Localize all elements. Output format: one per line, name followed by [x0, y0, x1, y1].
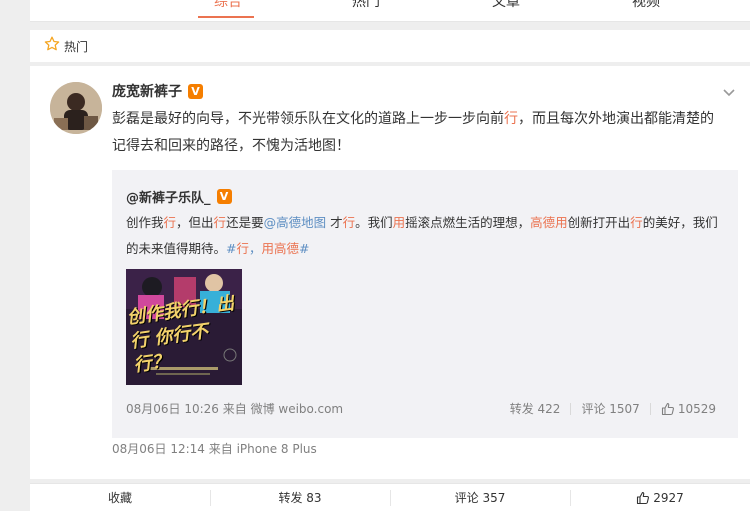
text-segment: 用 — [392, 215, 406, 230]
text-link[interactable]: # — [226, 241, 236, 256]
text-link[interactable]: @高德地图 — [264, 215, 327, 230]
post-timestamp[interactable]: 08月06日 12:14 来自 iPhone 8 Plus — [112, 440, 317, 457]
divider — [649, 402, 651, 415]
active-tab-indicator — [198, 16, 254, 18]
post-action-bar: 收藏 转发 83 评论 357 2927 — [30, 483, 750, 511]
text-segment: 还是要 — [226, 215, 264, 230]
repost-button[interactable]: 转发 83 — [210, 484, 390, 511]
favorite-label: 收藏 — [107, 491, 132, 505]
text-segment: 才 — [326, 215, 343, 230]
repost-author-name[interactable]: @新裤子乐队_ — [126, 187, 211, 206]
text-segment: 创新打开出 — [567, 215, 631, 230]
repost-like-count[interactable]: 10529 — [678, 402, 716, 416]
comment-label: 评论 357 — [454, 491, 506, 505]
text-segment: 创作我 — [126, 215, 164, 230]
repost-comment-count[interactable]: 评论 1507 — [581, 400, 639, 417]
thumbs-up-icon[interactable] — [661, 402, 675, 416]
text-segment: 行 — [630, 215, 643, 230]
text-segment: 用高德 — [261, 241, 300, 256]
tab-all[interactable]: 综合 — [198, 0, 258, 11]
text-segment: 摇滚点燃生活的理想， — [405, 215, 531, 230]
text-segment: ，但出 — [176, 215, 214, 230]
favorite-button[interactable]: 收藏 — [30, 484, 210, 511]
thumbs-up-icon — [636, 491, 650, 505]
divider — [570, 402, 572, 415]
verified-badge-icon: V — [188, 83, 203, 99]
repost-author[interactable]: @新裤子乐队_ V — [126, 187, 232, 206]
text-segment: 行 — [213, 215, 227, 230]
like-count: 2927 — [653, 490, 684, 505]
text-segment: 彭磊是最好的向导，不光带领乐队在文化的道路上一步一步向前 — [112, 111, 504, 127]
repost-timestamp[interactable]: 08月06日 10:26 来自 微博 weibo.com — [126, 400, 343, 417]
hot-section-label: 热门 — [64, 39, 89, 54]
author-name[interactable]: 庞宽新裤子 — [112, 81, 182, 101]
repost-stats: 转发 422 评论 1507 10529 — [510, 400, 716, 417]
repost-image[interactable]: 创作我行！出行 你行不行？ — [126, 269, 242, 385]
avatar[interactable] — [50, 82, 102, 134]
repost-text: 创作我行，但出行还是要@高德地图 才行。我们用摇滚点燃生活的理想，高德用创新打开… — [126, 210, 726, 262]
tab-articles[interactable]: 文章 — [476, 0, 536, 11]
post-text: 彭磊是最好的向导，不光带领乐队在文化的道路上一步一步向前行，而且每次外地演出都能… — [112, 106, 722, 160]
text-segment: 。我们 — [355, 215, 393, 230]
chevron-down-icon[interactable] — [722, 84, 736, 98]
hot-section-header: 热门 — [30, 30, 750, 62]
text-segment: 行 — [163, 215, 177, 230]
tab-hot[interactable]: 热门 — [336, 0, 396, 11]
text-segment: 行 — [342, 215, 356, 230]
comment-button[interactable]: 评论 357 — [390, 484, 570, 511]
repost-label: 转发 83 — [278, 491, 322, 505]
text-link[interactable]: # — [299, 241, 309, 256]
text-segment: 行 — [504, 111, 518, 127]
text-link[interactable]: ， — [249, 241, 262, 256]
verified-badge-icon: V — [216, 189, 232, 204]
post-author[interactable]: 庞宽新裤子 V — [112, 81, 203, 101]
tab-videos[interactable]: 视频 — [616, 0, 676, 11]
search-tabs: 综合 热门 文章 视频 — [30, 0, 750, 22]
star-icon — [44, 36, 60, 56]
repost-repost-count[interactable]: 转发 422 — [510, 400, 561, 417]
weibo-post-card: 庞宽新裤子 V 彭磊是最好的向导，不光带领乐队在文化的道路上一步一步向前行，而且… — [30, 66, 750, 479]
repost-image-caption: 创作我行！出行 你行不行？ — [126, 292, 236, 377]
text-segment: 高德用 — [530, 215, 568, 230]
reposted-weibo[interactable]: @新裤子乐队_ V 创作我行，但出行还是要@高德地图 才行。我们用摇滚点燃生活的… — [112, 170, 738, 438]
text-segment: 行 — [236, 241, 250, 256]
like-button[interactable]: 2927 — [570, 484, 750, 511]
